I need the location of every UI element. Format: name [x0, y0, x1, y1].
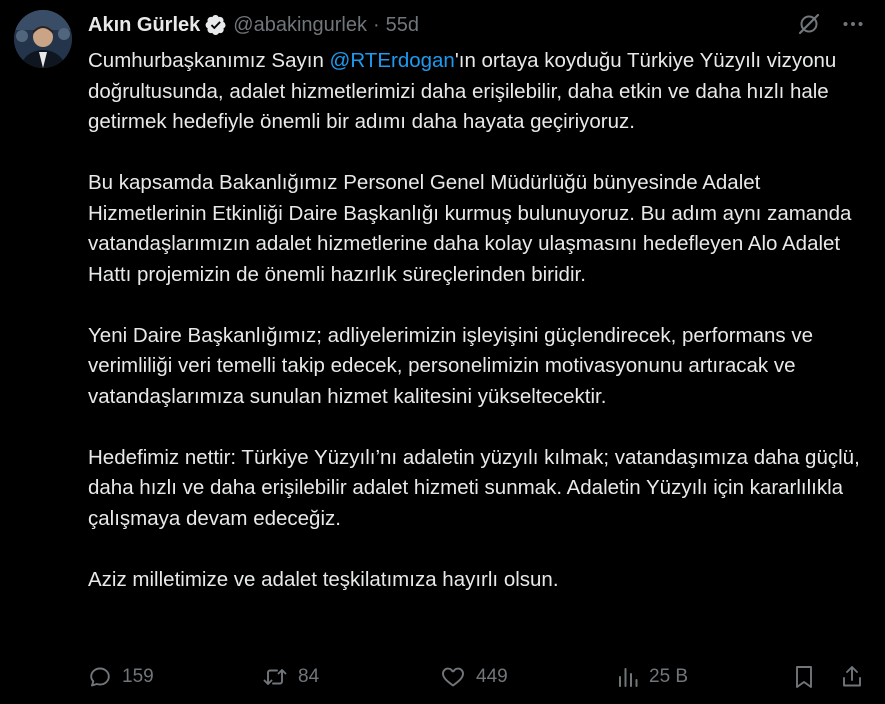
- like-button[interactable]: 449: [440, 665, 508, 689]
- separator-dot: ·: [372, 13, 380, 36]
- grok-icon[interactable]: [797, 12, 821, 36]
- avatar-image: [14, 10, 72, 68]
- more-icon[interactable]: [841, 12, 865, 36]
- tweet-top-actions: [797, 12, 865, 36]
- reply-button[interactable]: 159: [88, 665, 154, 689]
- tweet-paragraph-4: Hedefimiz nettir: Türkiye Yüzyılı’nı ada…: [88, 445, 860, 530]
- mention-link[interactable]: @RTErdogan: [330, 49, 455, 72]
- tweet-paragraph-3: Yeni Daire Başkanlığımız; adliyelerimizi…: [88, 323, 814, 408]
- reply-count: 159: [122, 666, 154, 687]
- repost-icon: [263, 669, 287, 685]
- heart-icon: [442, 667, 464, 687]
- repost-count: 84: [298, 666, 320, 687]
- verified-badge-icon[interactable]: [205, 14, 227, 36]
- tweet-paragraph-2: Bu kapsamda Bakanlığımız Personel Genel …: [88, 171, 852, 286]
- bookmark-icon: [796, 666, 812, 688]
- tweet-timestamp[interactable]: 55d: [386, 14, 419, 37]
- avatar[interactable]: [14, 10, 72, 68]
- share-icon: [843, 666, 861, 687]
- author-handle[interactable]: @abakingurlek: [233, 14, 367, 37]
- views-button[interactable]: 25 B: [617, 665, 688, 689]
- tweet-text-segment: Cumhurbaşkanımız Sayın: [88, 49, 330, 72]
- share-button[interactable]: [840, 664, 864, 690]
- views-count: 25 B: [649, 666, 689, 687]
- tweet-text: Cumhurbaşkanımız Sayın @RTErdogan'ın ort…: [88, 46, 868, 595]
- bookmark-button[interactable]: [793, 664, 815, 690]
- tweet-header: Akın Gürlek @abakingurlek · 55d: [88, 10, 419, 40]
- views-icon: [619, 668, 638, 687]
- reply-icon: [90, 667, 110, 687]
- repost-button[interactable]: 84: [262, 665, 319, 689]
- like-count: 449: [476, 666, 508, 687]
- tweet-action-bar: 159 84 449 25 B: [88, 660, 868, 694]
- tweet-paragraph-1: Cumhurbaşkanımız Sayın @RTErdogan'ın ort…: [88, 46, 868, 138]
- tweet-paragraph-5: Aziz milletimize ve adalet teşkilatımıza…: [88, 567, 559, 591]
- author-name[interactable]: Akın Gürlek: [88, 14, 200, 37]
